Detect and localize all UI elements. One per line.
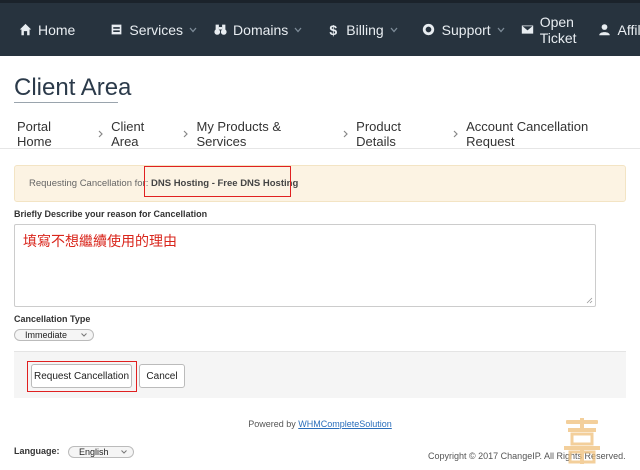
chevron-right-icon <box>334 130 356 138</box>
chevron-down-icon <box>189 27 197 33</box>
breadcrumb-product-details[interactable]: Product Details <box>356 119 444 149</box>
type-label: Cancellation Type <box>14 314 91 324</box>
watermark-logo-icon <box>564 418 600 464</box>
chevron-right-icon <box>89 130 111 138</box>
nav-label: Support <box>441 21 491 38</box>
title-underline <box>14 102 118 103</box>
whmcs-link[interactable]: WHMCompleteSolution <box>298 419 392 429</box>
home-icon <box>18 23 32 37</box>
nav-domains[interactable]: Domains <box>205 3 310 56</box>
chevron-down-icon <box>497 27 505 33</box>
highlight-box-product <box>144 166 291 197</box>
nav-services[interactable]: Services <box>101 3 205 56</box>
reason-label: Briefly Describe your reason for Cancell… <box>14 209 208 219</box>
type-value: Immediate <box>25 330 68 340</box>
nav-label: Affiliates <box>617 21 640 38</box>
caret-down-icon <box>81 333 87 337</box>
binoculars-icon <box>213 23 227 37</box>
dollar-icon: $ <box>329 21 338 38</box>
reason-text: 填寫不想繼續使用的理由 <box>23 233 177 249</box>
chevron-right-icon <box>175 130 197 138</box>
language-label: Language: <box>14 446 60 456</box>
caret-down-icon <box>121 450 127 454</box>
breadcrumb-my-products[interactable]: My Products & Services <box>196 119 334 149</box>
nav-label: Domains <box>233 21 289 38</box>
nav-billing[interactable]: $ Billing <box>318 3 405 56</box>
cancellation-alert: Requesting Cancellation for: DNS Hosting… <box>14 165 626 202</box>
language-select[interactable]: English <box>68 446 134 458</box>
cancellation-type-select[interactable]: Immediate <box>14 329 94 341</box>
chevron-right-icon <box>444 130 466 138</box>
page-title: Client Area <box>14 74 132 101</box>
powered-by: Powered by WHMCompleteSolution <box>0 419 640 429</box>
divider <box>0 148 640 149</box>
nav-label: Billing <box>346 21 384 38</box>
nav-support[interactable]: Support <box>414 3 513 56</box>
envelope-icon <box>521 23 534 37</box>
resize-grip-icon[interactable] <box>586 297 593 304</box>
alert-prefix: Requesting Cancellation for: <box>29 178 149 189</box>
breadcrumb: Portal Home Client Area My Products & Se… <box>17 119 640 149</box>
chevron-down-icon <box>390 27 398 33</box>
cancel-button[interactable]: Cancel <box>139 364 185 388</box>
user-icon <box>598 23 612 37</box>
language-value: English <box>79 447 109 457</box>
breadcrumb-portal-home[interactable]: Portal Home <box>17 119 89 149</box>
nav-open-ticket[interactable]: Open Ticket <box>513 3 586 56</box>
breadcrumb-client-area[interactable]: Client Area <box>111 119 174 149</box>
lifebuoy-icon <box>422 23 436 37</box>
nav-affiliates[interactable]: Affiliates <box>590 3 640 56</box>
chevron-down-icon <box>294 27 302 33</box>
reason-textarea[interactable]: 填寫不想繼續使用的理由 <box>14 224 596 307</box>
nav-label: Open Ticket <box>539 13 577 46</box>
cube-icon <box>109 23 123 37</box>
nav-home[interactable]: Home <box>10 3 83 56</box>
nav-label: Services <box>129 21 184 38</box>
top-nav: Home Services Domains $ Billing Support … <box>0 0 640 56</box>
nav-label: Home <box>38 21 76 38</box>
breadcrumb-current: Account Cancellation Request <box>466 119 589 149</box>
powered-prefix: Powered by <box>248 419 296 429</box>
highlight-box-button <box>27 361 137 392</box>
